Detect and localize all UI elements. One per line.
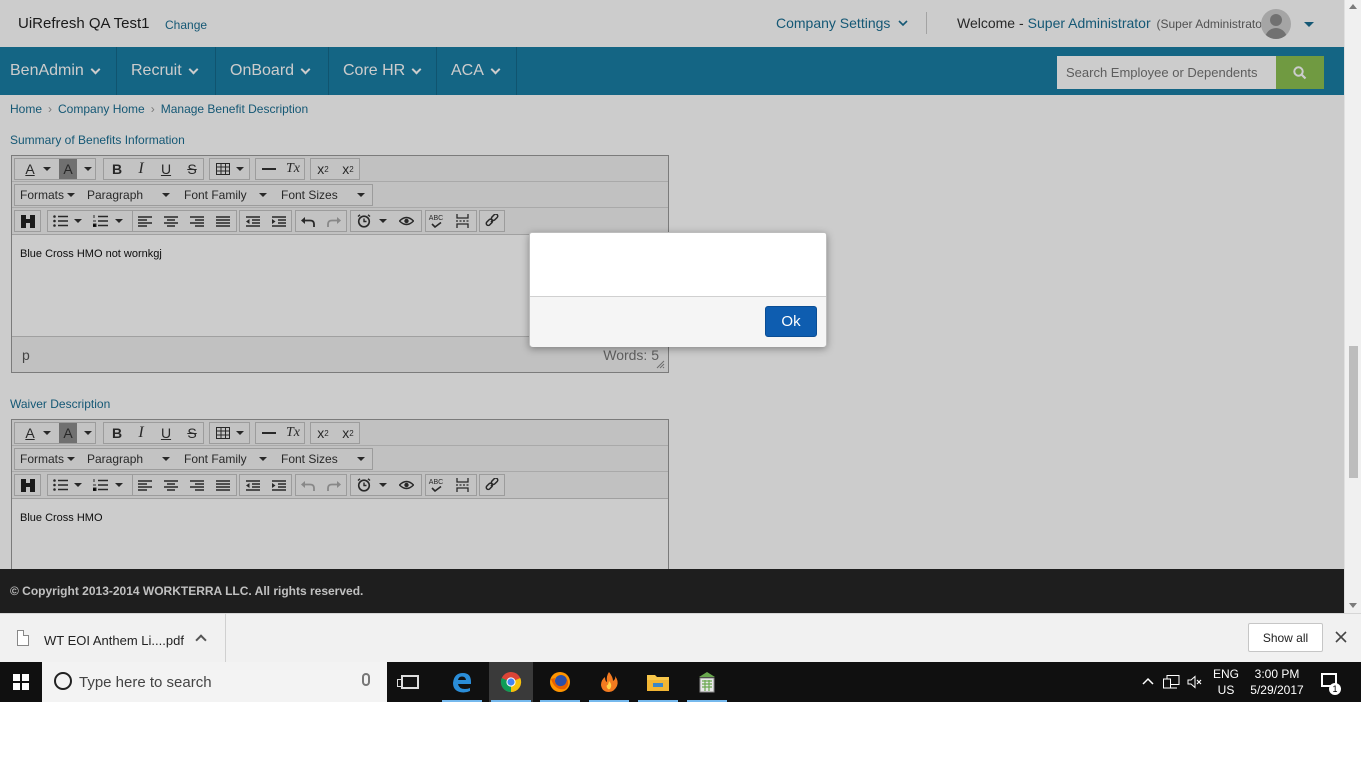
download-bar: WT EOI Anthem Li....pdf Show all <box>0 613 1361 663</box>
folder-icon <box>647 675 669 691</box>
chevron-up-icon[interactable] <box>195 634 207 646</box>
taskbar-app-flame[interactable] <box>587 662 631 702</box>
pdf-file-icon <box>17 630 29 646</box>
taskbar-file-explorer[interactable] <box>636 662 680 702</box>
task-view-icon[interactable] <box>397 675 419 689</box>
taskbar-edge[interactable] <box>440 662 484 702</box>
dialog-message <box>530 233 826 297</box>
dialog-footer: Ok <box>530 297 826 347</box>
clock-date: 5/29/2017 <box>1250 683 1304 697</box>
taskbar-firefox[interactable] <box>538 662 582 702</box>
blank-area <box>0 702 1366 768</box>
firefox-icon <box>550 672 570 692</box>
taskbar-search[interactable]: Type here to search <box>42 662 387 702</box>
system-clock[interactable]: 3:00 PM 5/29/2017 <box>1248 666 1306 698</box>
scroll-down-arrow-icon[interactable] <box>1349 603 1357 608</box>
windows-taskbar: Type here to search ENG US 3:00 PM 5/29/… <box>0 662 1361 702</box>
chrome-icon <box>500 672 522 693</box>
notification-badge: 1 <box>1329 683 1341 695</box>
volume-muted-icon[interactable] <box>1187 675 1203 689</box>
taskbar-search-placeholder: Type here to search <box>79 674 212 691</box>
windows-logo-icon <box>13 674 29 690</box>
clock-time: 3:00 PM <box>1254 667 1300 681</box>
scroll-up-arrow-icon[interactable] <box>1349 4 1357 9</box>
page-scrollbar[interactable] <box>1344 0 1361 613</box>
microphone-icon[interactable] <box>362 673 370 686</box>
language-code: ENG <box>1213 667 1240 681</box>
scroll-thumb[interactable] <box>1349 346 1358 478</box>
cortana-icon <box>54 672 72 690</box>
ok-button[interactable]: Ok <box>765 306 817 337</box>
taskbar-chrome[interactable] <box>489 662 533 702</box>
start-button[interactable] <box>0 662 42 702</box>
flame-app-icon <box>601 672 618 692</box>
alert-dialog: Ok <box>529 232 827 347</box>
taskbar-app-calc[interactable] <box>685 662 729 702</box>
browser-viewport: UiRefresh QA Test1 Change Company Settin… <box>0 0 1361 613</box>
chevron-up-icon[interactable] <box>1142 677 1154 685</box>
region-code: US <box>1217 683 1235 697</box>
close-icon[interactable] <box>1335 631 1347 643</box>
show-all-button[interactable]: Show all <box>1248 623 1323 652</box>
edge-icon <box>453 673 471 693</box>
calculator-app-icon <box>699 672 715 693</box>
screen: UiRefresh QA Test1 Change Company Settin… <box>0 0 1366 768</box>
download-item[interactable]: WT EOI Anthem Li....pdf <box>0 614 226 663</box>
input-language[interactable]: ENG US <box>1213 666 1239 698</box>
download-file-name: WT EOI Anthem Li....pdf <box>44 633 184 648</box>
network-icon[interactable] <box>1163 675 1180 689</box>
